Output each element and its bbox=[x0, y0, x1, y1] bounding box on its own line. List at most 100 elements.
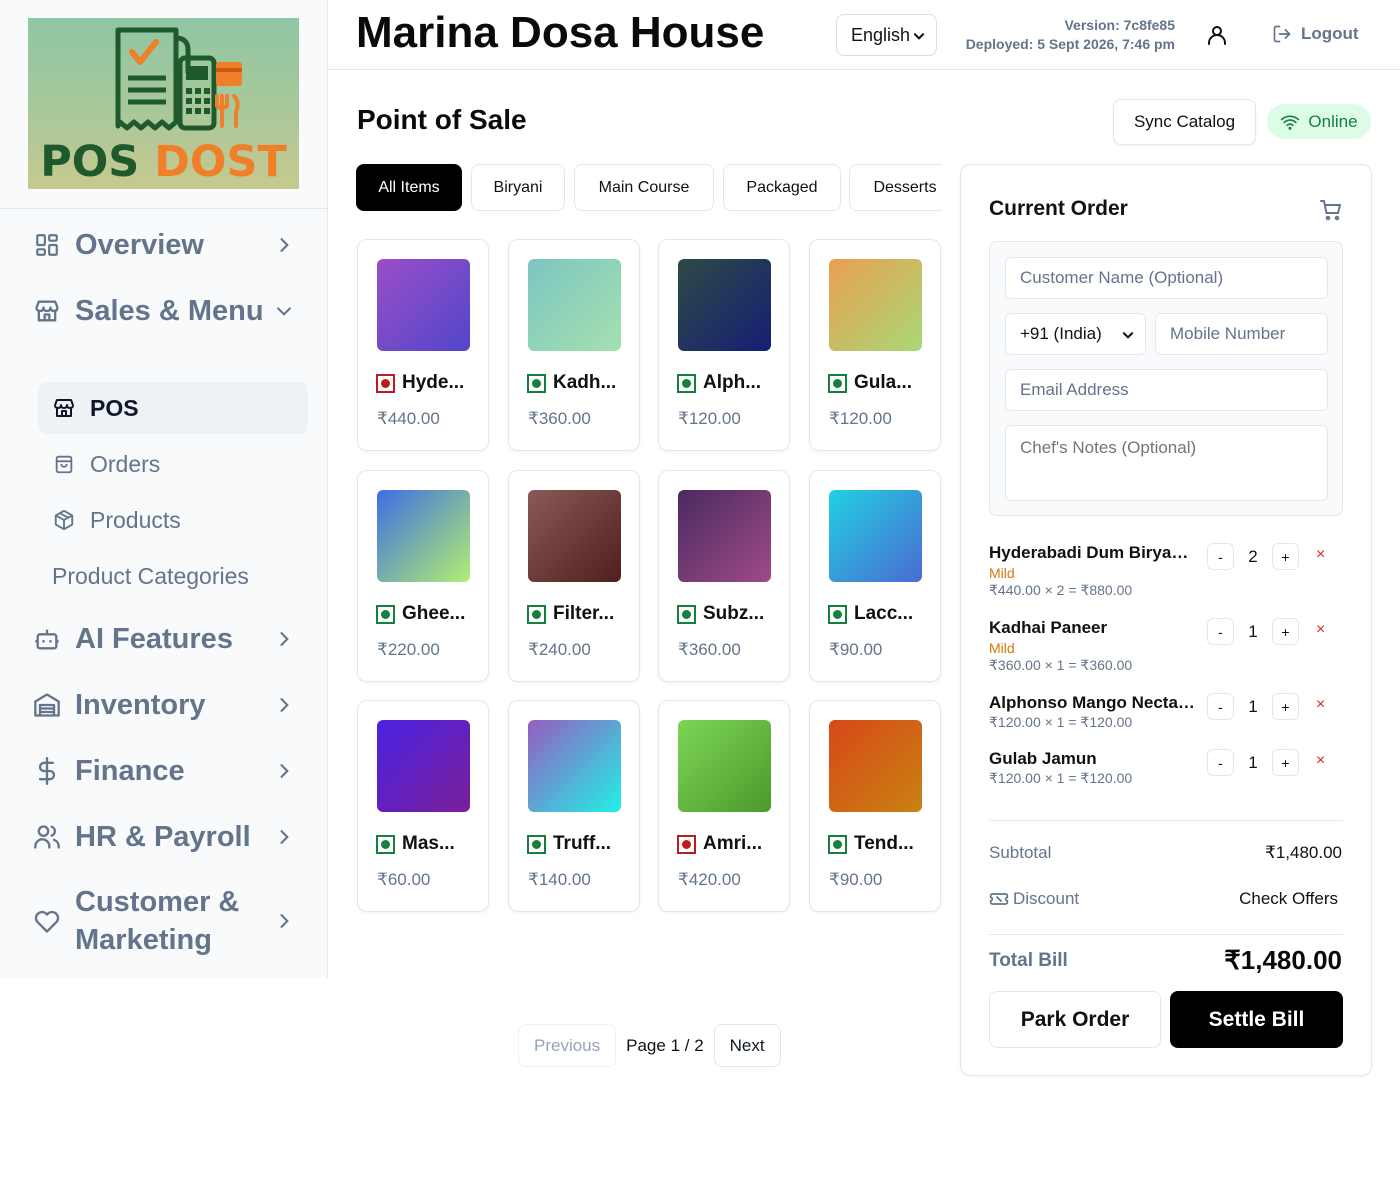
veg-icon bbox=[828, 834, 847, 854]
remove-item-button[interactable]: × bbox=[1316, 696, 1325, 714]
next-page-button[interactable]: Next bbox=[713, 1024, 781, 1067]
increase-qty-button[interactable]: + bbox=[1272, 618, 1299, 645]
sidebar-item-pos[interactable]: POS bbox=[38, 382, 308, 434]
product-card[interactable]: Ghee... ₹220.00 bbox=[357, 470, 489, 682]
sidebar-item-product-categories[interactable]: Product Categories bbox=[38, 550, 308, 602]
order-item: Kadhai Paneer Mild ₹360.00 × 1 = ₹360.00-1… bbox=[989, 618, 1343, 674]
sidebar-item-overview[interactable]: Overview bbox=[32, 226, 296, 264]
product-name: Gula... bbox=[854, 372, 913, 393]
sidebar-item-finance[interactable]: Finance bbox=[32, 752, 296, 790]
page-indicator: Page 1 / 2 bbox=[626, 1035, 704, 1055]
product-name-row: Gula... bbox=[828, 372, 938, 394]
divider bbox=[989, 820, 1343, 821]
product-card[interactable]: Tend... ₹90.00 bbox=[809, 700, 941, 912]
chef-notes-textarea[interactable] bbox=[1005, 425, 1328, 501]
logout-button[interactable]: Logout bbox=[1272, 24, 1359, 44]
language-select[interactable]: English bbox=[836, 14, 937, 56]
increase-qty-button[interactable]: + bbox=[1272, 693, 1299, 720]
settle-bill-button[interactable]: Settle Bill bbox=[1170, 991, 1343, 1048]
product-price: ₹60.00 bbox=[377, 870, 431, 889]
product-price: ₹90.00 bbox=[829, 870, 883, 889]
customer-form: Customer Name (Optional) +91 (India) Mob… bbox=[989, 241, 1343, 516]
shopping-bag-icon bbox=[52, 452, 76, 476]
chevron-down-icon bbox=[1121, 327, 1135, 347]
country-code-select[interactable]: +91 (India) bbox=[1005, 313, 1146, 355]
sidebar-item-products[interactable]: Products bbox=[38, 494, 308, 546]
version-text: Version: 7c8fe85 bbox=[1064, 17, 1175, 33]
chevron-right-icon bbox=[272, 233, 296, 257]
product-price: ₹360.00 bbox=[528, 409, 591, 428]
top-header: Marina Dosa House English Version: 7c8fe… bbox=[328, 0, 1400, 70]
sidebar-item-inventory[interactable]: Inventory bbox=[32, 686, 296, 724]
tab-all-items[interactable]: All Items bbox=[356, 164, 462, 211]
order-item-name: Hyderabadi Dum Biryani (Chicken) bbox=[989, 543, 1195, 562]
sidebar-item-label: POS bbox=[90, 394, 139, 421]
product-price: ₹220.00 bbox=[377, 640, 440, 659]
customer-name-input[interactable]: Customer Name (Optional) bbox=[1005, 257, 1328, 299]
sidebar-item-orders[interactable]: Orders bbox=[38, 438, 308, 490]
product-card[interactable]: Kadh... ₹360.00 bbox=[508, 239, 640, 451]
increase-qty-button[interactable]: + bbox=[1272, 543, 1299, 570]
chef-notes-field[interactable] bbox=[1020, 426, 1327, 500]
product-image bbox=[829, 720, 922, 812]
sync-catalog-button[interactable]: Sync Catalog bbox=[1113, 99, 1256, 145]
product-card[interactable]: Lacc... ₹90.00 bbox=[809, 470, 941, 682]
chevron-right-icon bbox=[272, 693, 296, 717]
product-name-row: Ghee... bbox=[376, 603, 486, 625]
product-name: Ghee... bbox=[402, 603, 466, 624]
product-card[interactable]: Hyde... ₹440.00 bbox=[357, 239, 489, 451]
veg-icon bbox=[376, 834, 395, 854]
heart-icon bbox=[32, 906, 62, 936]
remove-item-button[interactable]: × bbox=[1316, 546, 1325, 564]
product-name-row: Mas... bbox=[376, 833, 486, 855]
total-bill-label: Total Bill bbox=[989, 950, 1068, 971]
check-offers-link[interactable]: Check Offers bbox=[1239, 889, 1338, 909]
sidebar-item-label: Overview bbox=[75, 229, 204, 261]
previous-page-button[interactable]: Previous bbox=[518, 1024, 617, 1067]
veg-icon bbox=[828, 373, 847, 393]
page-title: Point of Sale bbox=[357, 104, 527, 135]
cart-icon bbox=[1319, 198, 1343, 227]
total-bill-value: ₹1,480.00 bbox=[1224, 945, 1342, 975]
product-price: ₹120.00 bbox=[678, 409, 741, 428]
product-card[interactable]: Filter... ₹240.00 bbox=[508, 470, 640, 682]
sidebar-item-ai-features[interactable]: AI Features bbox=[32, 620, 296, 658]
decrease-qty-button[interactable]: - bbox=[1207, 543, 1234, 570]
chevron-right-icon bbox=[272, 909, 296, 933]
tab-main-course[interactable]: Main Course bbox=[574, 164, 714, 211]
product-card[interactable]: Truff... ₹140.00 bbox=[508, 700, 640, 912]
park-order-button[interactable]: Park Order bbox=[989, 991, 1161, 1048]
logout-label: Logout bbox=[1301, 24, 1359, 43]
product-card[interactable]: Gula... ₹120.00 bbox=[809, 239, 941, 451]
sidebar-item-label: HR & Payroll bbox=[75, 821, 251, 853]
sidebar-item-sales-menu[interactable]: Sales & Menu bbox=[32, 292, 296, 330]
remove-item-button[interactable]: × bbox=[1316, 621, 1325, 639]
product-name: Lacc... bbox=[854, 603, 914, 624]
tab-packaged[interactable]: Packaged bbox=[723, 164, 841, 211]
veg-icon bbox=[527, 834, 546, 854]
decrease-qty-button[interactable]: - bbox=[1207, 618, 1234, 645]
product-card[interactable]: Amri... ₹420.00 bbox=[658, 700, 790, 912]
user-icon[interactable] bbox=[1205, 23, 1229, 52]
chevron-right-icon bbox=[272, 627, 296, 651]
decrease-qty-button[interactable]: - bbox=[1207, 693, 1234, 720]
users-icon bbox=[32, 822, 62, 852]
chevron-right-icon bbox=[272, 759, 296, 783]
tab-biryani[interactable]: Biryani bbox=[471, 164, 565, 211]
decrease-qty-button[interactable]: - bbox=[1207, 749, 1234, 776]
product-card[interactable]: Mas... ₹60.00 bbox=[357, 700, 489, 912]
tab-desserts[interactable]: Desserts bbox=[849, 164, 942, 211]
sidebar-item-customer-marketing[interactable]: Customer & Marketing bbox=[32, 883, 296, 959]
product-price: ₹140.00 bbox=[528, 870, 591, 889]
sidebar-item-hr-payroll[interactable]: HR & Payroll bbox=[32, 818, 296, 856]
product-price: ₹240.00 bbox=[528, 640, 591, 659]
product-name-row: Filter... bbox=[527, 603, 637, 625]
product-card[interactable]: Alph... ₹120.00 bbox=[658, 239, 790, 451]
increase-qty-button[interactable]: + bbox=[1272, 749, 1299, 776]
mobile-number-input[interactable]: Mobile Number bbox=[1155, 313, 1328, 355]
product-card[interactable]: Subz... ₹360.00 bbox=[658, 470, 790, 682]
remove-item-button[interactable]: × bbox=[1316, 752, 1325, 770]
dollar-icon bbox=[32, 756, 62, 786]
discount-label: Discount bbox=[1013, 889, 1080, 908]
email-input[interactable]: Email Address bbox=[1005, 369, 1328, 411]
